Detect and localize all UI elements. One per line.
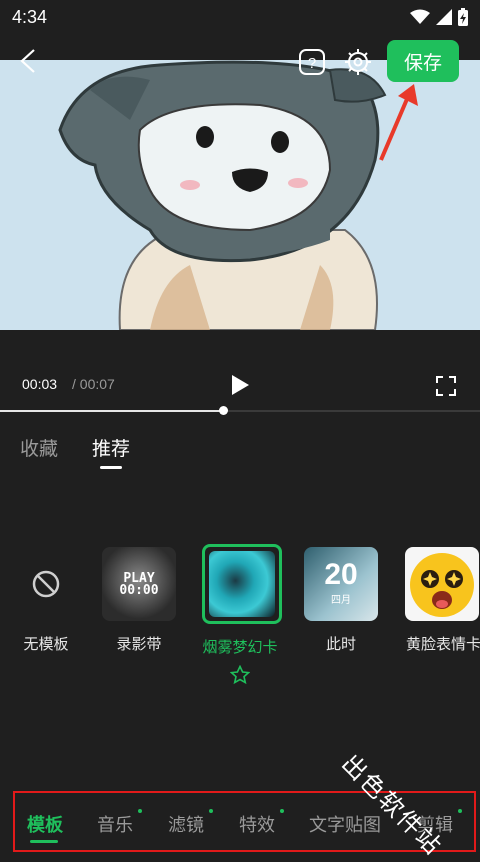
thumb-month-text: 四月 [331,595,351,606]
active-tab-indicator [100,466,122,469]
bottom-tab-music[interactable]: 音乐 [97,811,133,837]
annotation-arrow [379,84,418,161]
bottom-tab-template[interactable]: 模板 [27,811,63,837]
signal-icon [436,9,452,25]
template-label: 烟雾梦幻卡 [202,638,278,656]
help-icon[interactable]: ? [298,48,326,76]
template-videotape[interactable]: PLAY 00:00 录影带 [101,547,177,654]
template-smoke-dream-card[interactable]: 烟雾梦幻卡 [202,544,282,689]
progress-fill [0,410,224,412]
emoji-face-icon [410,553,474,617]
favorite-star-icon[interactable] [229,664,251,685]
no-template-icon [32,570,60,598]
template-thumb: PLAY 00:00 [102,547,176,621]
play-icon[interactable] [228,373,252,397]
back-icon[interactable] [18,48,40,74]
bottom-tab-indicator [30,840,58,843]
current-time: 00:03 [22,376,58,392]
status-icons [410,8,468,26]
status-bar [0,0,480,34]
template-label: 此时 [325,635,356,653]
bottom-tab-text-sticker[interactable]: 文字贴图 [309,811,381,837]
template-thumb [202,544,282,624]
fullscreen-icon[interactable] [435,375,457,397]
tab-recommended[interactable]: 推荐 [92,434,130,461]
save-button[interactable]: 保存 [387,40,459,82]
template-thumb [9,547,83,621]
wifi-icon [410,9,430,24]
settings-gear-icon[interactable] [343,47,373,77]
total-time-value: 00:07 [79,376,115,392]
template-thumb [405,547,479,621]
template-label: 无模板 [23,635,69,653]
template-none[interactable]: 无模板 [8,547,84,654]
template-this-moment[interactable]: 20 四月 此时 [303,547,379,654]
progress-handle[interactable] [218,406,228,415]
status-time: 4:34 [12,7,48,27]
tab-favorites[interactable]: 收藏 [20,434,58,461]
bottom-tab-filter[interactable]: 滤镜 [168,811,204,837]
thumb-time-text: 00:00 [119,583,159,598]
template-label: 黄脸表情卡 [406,635,480,653]
new-dot [138,809,142,813]
total-time: / 00:07 [72,376,115,392]
new-dot [458,809,462,813]
template-thumb: 20 四月 [304,547,378,621]
thumb-date-number: 20 [324,558,358,591]
template-yellow-face-card[interactable]: 黄脸表情卡 [404,547,480,654]
template-label: 录影带 [116,635,162,653]
bottom-tab-effects[interactable]: 特效 [239,811,275,837]
new-dot [209,809,213,813]
new-dot [280,809,284,813]
battery-icon [458,8,468,26]
svg-text:?: ? [308,55,316,72]
